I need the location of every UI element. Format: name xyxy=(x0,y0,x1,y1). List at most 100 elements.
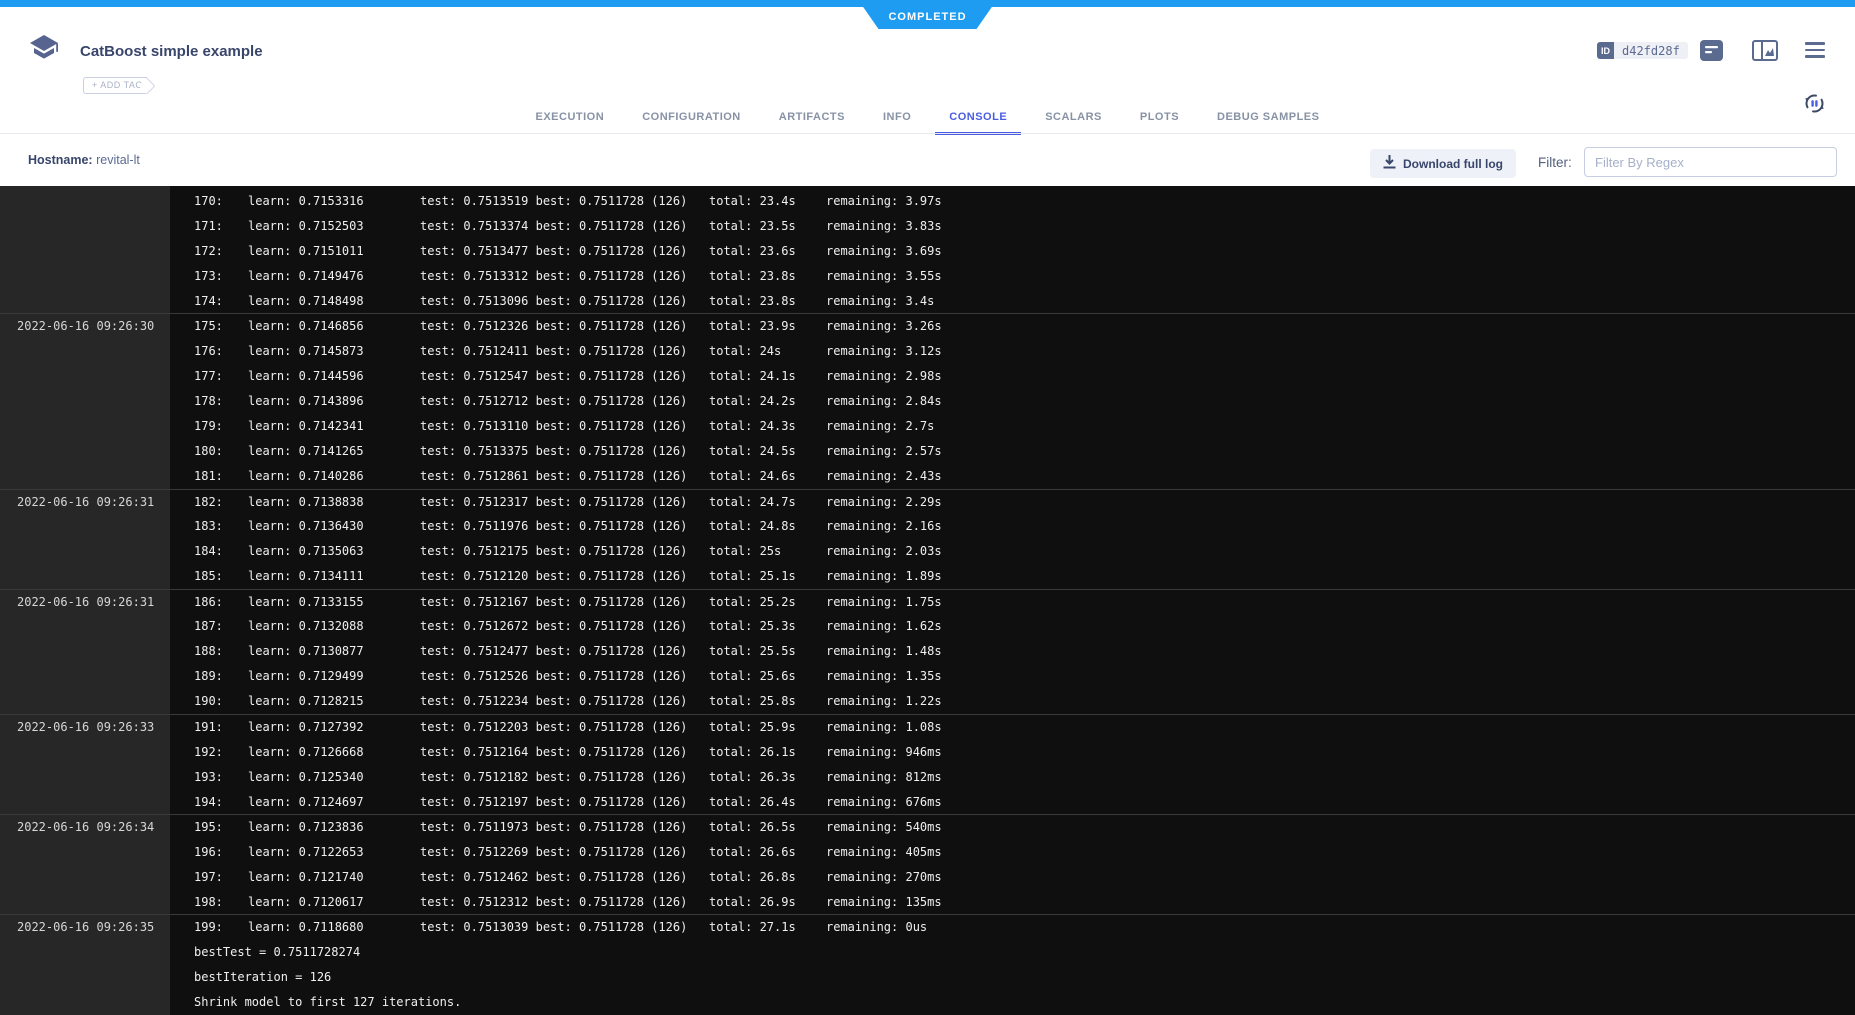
log-line: 196:learn: 0.7122653test: 0.7512269 best… xyxy=(170,845,1855,859)
log-row: bestIteration = 126 xyxy=(0,964,1855,989)
log-line: 173:learn: 0.7149476test: 0.7513312 best… xyxy=(170,269,1855,283)
log-row: Shrink model to first 127 iterations. xyxy=(0,990,1855,1015)
tab-scalars[interactable]: SCALARS xyxy=(1031,105,1116,135)
log-row: 170:learn: 0.7153316test: 0.7513519 best… xyxy=(0,188,1855,213)
tab-configuration[interactable]: CONFIGURATION xyxy=(628,105,755,135)
log-timestamp xyxy=(0,388,170,413)
id-value: d42fd28f xyxy=(1614,42,1688,59)
log-timestamp xyxy=(0,990,170,1015)
log-line: 181:learn: 0.7140286test: 0.7512861 best… xyxy=(170,469,1855,483)
log-timestamp: 2022-06-16 09:26:33 xyxy=(0,715,170,739)
details-panel-icon[interactable] xyxy=(1700,40,1723,66)
log-timestamp xyxy=(0,839,170,864)
log-line: 192:learn: 0.7126668test: 0.7512164 best… xyxy=(170,745,1855,759)
log-timestamp xyxy=(0,689,170,714)
log-row: 2022-06-16 09:26:31186:learn: 0.7133155t… xyxy=(0,589,1855,614)
log-row: 173:learn: 0.7149476test: 0.7513312 best… xyxy=(0,263,1855,288)
log-timestamp xyxy=(0,664,170,689)
filter-regex-input[interactable] xyxy=(1584,147,1837,177)
tab-plots[interactable]: PLOTS xyxy=(1126,105,1193,135)
log-line: 190:learn: 0.7128215test: 0.7512234 best… xyxy=(170,694,1855,708)
console-log-rows: 170:learn: 0.7153316test: 0.7513519 best… xyxy=(0,186,1855,1015)
log-timestamp xyxy=(0,964,170,989)
experiment-type-icon xyxy=(28,34,60,69)
log-line: 182:learn: 0.7138838test: 0.7512317 best… xyxy=(170,495,1855,509)
header-divider xyxy=(0,133,1855,134)
hamburger-menu-icon[interactable] xyxy=(1805,42,1825,62)
split-view-chart-icon[interactable] xyxy=(1752,40,1778,66)
tab-bar: EXECUTION CONFIGURATION ARTIFACTS INFO CONSO… xyxy=(0,105,1855,135)
log-row: bestTest = 0.7511728274 xyxy=(0,939,1855,964)
log-timestamp: 2022-06-16 09:26:31 xyxy=(0,490,170,514)
tab-info[interactable]: INFO xyxy=(869,105,925,135)
log-line: 186:learn: 0.7133155test: 0.7512167 best… xyxy=(170,595,1855,609)
log-line: 172:learn: 0.7151011test: 0.7513477 best… xyxy=(170,244,1855,258)
log-row: 181:learn: 0.7140286test: 0.7512861 best… xyxy=(0,464,1855,489)
log-row: 184:learn: 0.7135063test: 0.7512175 best… xyxy=(0,539,1855,564)
log-line: Shrink model to first 127 iterations. xyxy=(170,995,1855,1009)
tab-execution[interactable]: EXECUTION xyxy=(522,105,619,135)
log-row: 178:learn: 0.7143896test: 0.7512712 best… xyxy=(0,388,1855,413)
log-line: bestTest = 0.7511728274 xyxy=(170,945,1855,959)
log-timestamp xyxy=(0,238,170,263)
filter-label: Filter: xyxy=(1538,155,1572,170)
log-line: 195:learn: 0.7123836test: 0.7511973 best… xyxy=(170,820,1855,834)
auto-refresh-icon[interactable] xyxy=(1803,92,1826,120)
log-timestamp: 2022-06-16 09:26:30 xyxy=(0,314,170,338)
id-label: ID xyxy=(1597,42,1614,59)
log-timestamp xyxy=(0,564,170,589)
log-line: 176:learn: 0.7145873test: 0.7512411 best… xyxy=(170,344,1855,358)
log-timestamp xyxy=(0,614,170,639)
log-row: 2022-06-16 09:26:31182:learn: 0.7138838t… xyxy=(0,489,1855,514)
log-timestamp xyxy=(0,889,170,914)
log-line: bestIteration = 126 xyxy=(170,970,1855,984)
log-row: 180:learn: 0.7141265test: 0.7513375 best… xyxy=(0,438,1855,463)
log-row: 172:learn: 0.7151011test: 0.7513477 best… xyxy=(0,238,1855,263)
log-row: 2022-06-16 09:26:35199:learn: 0.7118680t… xyxy=(0,914,1855,939)
log-timestamp xyxy=(0,764,170,789)
log-line: 194:learn: 0.7124697test: 0.7512197 best… xyxy=(170,795,1855,809)
tab-debug-samples[interactable]: DEBUG SAMPLES xyxy=(1203,105,1333,135)
log-row: 197:learn: 0.7121740test: 0.7512462 best… xyxy=(0,864,1855,889)
log-line: 179:learn: 0.7142341test: 0.7513110 best… xyxy=(170,419,1855,433)
log-row: 177:learn: 0.7144596test: 0.7512547 best… xyxy=(0,363,1855,388)
log-line: 191:learn: 0.7127392test: 0.7512203 best… xyxy=(170,720,1855,734)
log-line: 175:learn: 0.7146856test: 0.7512326 best… xyxy=(170,319,1855,333)
log-row: 198:learn: 0.7120617test: 0.7512312 best… xyxy=(0,889,1855,914)
log-row: 193:learn: 0.7125340test: 0.7512182 best… xyxy=(0,764,1855,789)
status-badge: COMPLETED xyxy=(862,6,992,29)
hostname-label: Hostname: xyxy=(28,153,93,167)
log-line: 174:learn: 0.7148498test: 0.7513096 best… xyxy=(170,294,1855,308)
log-timestamp xyxy=(0,213,170,238)
log-row: 183:learn: 0.7136430test: 0.7511976 best… xyxy=(0,514,1855,539)
log-row: 176:learn: 0.7145873test: 0.7512411 best… xyxy=(0,338,1855,363)
log-row: 171:learn: 0.7152503test: 0.7513374 best… xyxy=(0,213,1855,238)
download-label: Download full log xyxy=(1403,157,1503,171)
log-row: 2022-06-16 09:26:33191:learn: 0.7127392t… xyxy=(0,714,1855,739)
log-timestamp xyxy=(0,639,170,664)
log-line: 180:learn: 0.7141265test: 0.7513375 best… xyxy=(170,444,1855,458)
log-row: 2022-06-16 09:26:30175:learn: 0.7146856t… xyxy=(0,313,1855,338)
log-timestamp xyxy=(0,539,170,564)
log-timestamp xyxy=(0,363,170,388)
tab-artifacts[interactable]: ARTIFACTS xyxy=(765,105,859,135)
hostname-value: revital-lt xyxy=(96,153,140,167)
log-timestamp: 2022-06-16 09:26:31 xyxy=(0,590,170,614)
log-line: 193:learn: 0.7125340test: 0.7512182 best… xyxy=(170,770,1855,784)
log-line: 177:learn: 0.7144596test: 0.7512547 best… xyxy=(170,369,1855,383)
top-status-bar xyxy=(0,0,1855,7)
tab-console[interactable]: CONSOLE xyxy=(935,105,1021,135)
download-full-log-button[interactable]: Download full log xyxy=(1370,149,1516,178)
log-line: 178:learn: 0.7143896test: 0.7512712 best… xyxy=(170,394,1855,408)
experiment-id-badge[interactable]: ID d42fd28f xyxy=(1597,42,1688,59)
log-row: 179:learn: 0.7142341test: 0.7513110 best… xyxy=(0,413,1855,438)
log-line: 184:learn: 0.7135063test: 0.7512175 best… xyxy=(170,544,1855,558)
log-timestamp xyxy=(0,939,170,964)
add-tag-button[interactable]: + ADD TAG xyxy=(83,77,147,94)
console-log[interactable]: 170:learn: 0.7153316test: 0.7513519 best… xyxy=(0,186,1855,1015)
log-timestamp xyxy=(0,338,170,363)
log-row: 188:learn: 0.7130877test: 0.7512477 best… xyxy=(0,639,1855,664)
log-line: 185:learn: 0.7134111test: 0.7512120 best… xyxy=(170,569,1855,583)
log-line: 183:learn: 0.7136430test: 0.7511976 best… xyxy=(170,519,1855,533)
log-row: 174:learn: 0.7148498test: 0.7513096 best… xyxy=(0,288,1855,313)
